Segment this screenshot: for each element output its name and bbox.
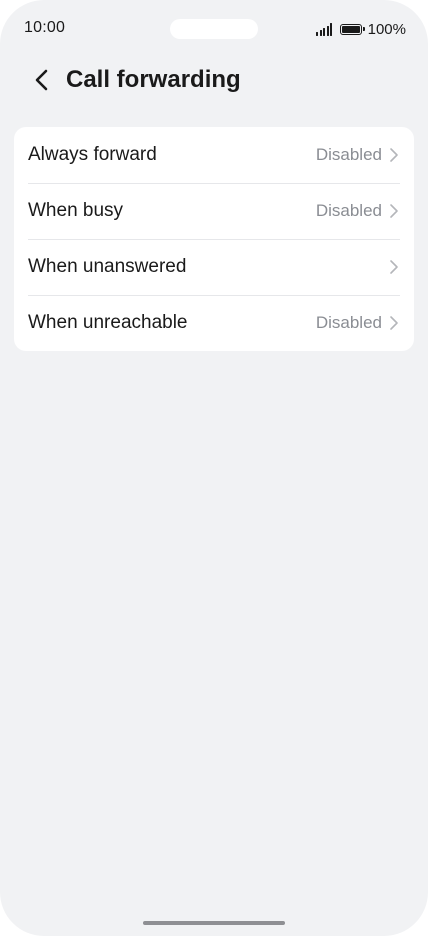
- back-button[interactable]: [26, 64, 58, 96]
- chevron-right-icon: [388, 315, 400, 331]
- always-forward-status: Disabled: [315, 145, 382, 164]
- camera-cutout: [170, 19, 258, 39]
- status-indicators: 100%: [316, 19, 406, 39]
- when-unanswered-label: When unanswered: [28, 256, 187, 277]
- when-unreachable-label: When unreachable: [28, 312, 188, 333]
- home-indicator[interactable]: [143, 921, 285, 925]
- chevron-right-icon: [388, 147, 400, 163]
- battery-percentage: 100%: [367, 20, 406, 38]
- when-unreachable-item[interactable]: When unreachable Disabled: [14, 295, 414, 351]
- phone-screen: 10:00 100% Call forwarding Always forwar…: [0, 0, 428, 936]
- chevron-right-icon: [388, 203, 400, 219]
- always-forward-label: Always forward: [28, 144, 157, 165]
- when-busy-label: When busy: [28, 200, 124, 221]
- when-unreachable-status: Disabled: [315, 313, 382, 332]
- when-unanswered-item[interactable]: When unanswered: [14, 239, 414, 295]
- signal-icon: [316, 22, 334, 36]
- call-forwarding-list: Always forward Disabled When busy Disabl…: [14, 127, 414, 351]
- battery-icon: [339, 23, 365, 35]
- header: Call forwarding: [0, 60, 428, 100]
- chevron-right-icon: [388, 259, 400, 275]
- always-forward-item[interactable]: Always forward Disabled: [14, 127, 414, 183]
- status-bar: 10:00 100%: [0, 0, 428, 58]
- chevron-left-icon: [35, 69, 48, 91]
- page-title: Call forwarding: [66, 66, 241, 93]
- when-busy-status: Disabled: [315, 201, 382, 220]
- status-time: 10:00: [24, 19, 66, 36]
- when-busy-item[interactable]: When busy Disabled: [14, 183, 414, 239]
